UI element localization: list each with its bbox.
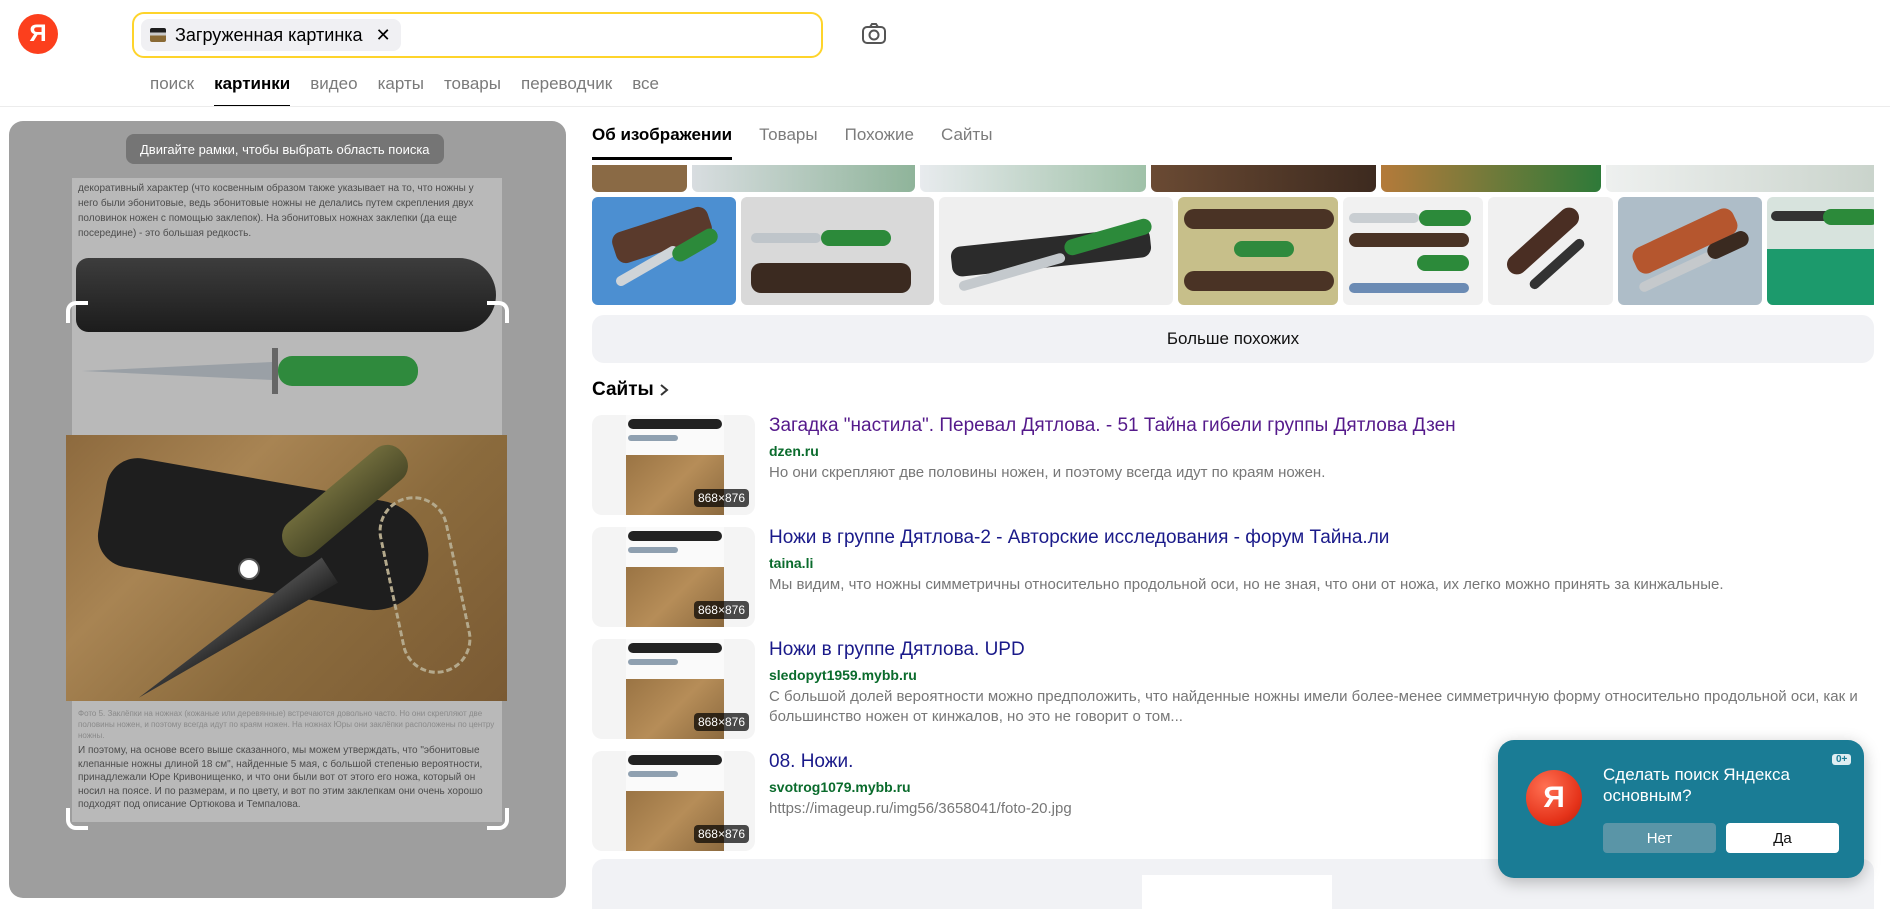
tab-goods[interactable]: Товары — [759, 125, 817, 160]
site-host-link[interactable]: sledopyt1959.mybb.ru — [769, 667, 917, 683]
image-preview-panel: Двигайте рамки, чтобы выбрать область по… — [9, 121, 566, 898]
default-search-promo: Я Сделать поиск Яндекса основным? 0+ Нет… — [1498, 740, 1864, 878]
similar-image-thumb[interactable] — [1381, 165, 1601, 192]
tab-maps[interactable]: карты — [378, 74, 424, 107]
tab-sites[interactable]: Сайты — [941, 125, 992, 160]
similar-image-thumb[interactable] — [1767, 197, 1874, 305]
similar-image-thumb[interactable] — [1178, 197, 1338, 305]
site-thumbnail[interactable]: 868×876 — [592, 639, 755, 739]
image-size-badge: 868×876 — [693, 713, 749, 731]
tab-video[interactable]: видео — [310, 74, 357, 107]
tab-similar[interactable]: Похожие — [845, 125, 914, 160]
sheath-image — [76, 258, 496, 332]
crop-hint: Двигайте рамки, чтобы выбрать область по… — [126, 134, 444, 164]
photo-caption: Фото 5. Заклёпки на ножнах (кожаные или … — [78, 709, 495, 740]
site-thumbnail[interactable]: 868×876 — [592, 415, 755, 515]
promo-yes-button[interactable]: Да — [1726, 823, 1839, 853]
site-thumbnail[interactable]: 868×876 — [592, 527, 755, 627]
site-host-link[interactable]: taina.li — [769, 555, 813, 571]
similar-images-row-partial — [592, 165, 1874, 192]
camera-search-icon[interactable] — [860, 20, 888, 48]
blank-overlay — [1142, 875, 1332, 920]
yandex-logo-icon: Я — [1526, 770, 1582, 826]
crop-corner-top-left[interactable] — [66, 301, 88, 323]
site-host-link[interactable]: svotrog1079.mybb.ru — [769, 779, 911, 795]
crop-corner-bottom-right[interactable] — [487, 808, 509, 830]
tab-translator[interactable]: переводчик — [521, 74, 612, 107]
crop-corner-bottom-left[interactable] — [66, 808, 88, 830]
site-result[interactable]: 868×876 Загадка "настила". Перевал Дятло… — [592, 415, 1874, 515]
image-size-badge: 868×876 — [693, 601, 749, 619]
crop-corner-top-right[interactable] — [487, 301, 509, 323]
tab-all[interactable]: все — [632, 74, 659, 107]
tab-about-image[interactable]: Об изображении — [592, 125, 733, 160]
similar-image-thumb[interactable] — [1343, 197, 1483, 305]
document-text-bottom: И поэтому, на основе всего выше сказанно… — [78, 745, 483, 810]
image-thumbnail-icon — [150, 28, 166, 42]
crop-drag-handle[interactable] — [238, 558, 260, 580]
site-snippet: С большой долей вероятности можно предпо… — [769, 688, 1858, 725]
sites-heading[interactable]: Сайты — [592, 379, 670, 401]
similar-image-thumb[interactable] — [920, 165, 1146, 192]
site-title-link[interactable]: Загадка "настила". Перевал Дятлова. - 51… — [769, 415, 1456, 437]
promo-text: Сделать поиск Яндекса основным? — [1603, 765, 1790, 805]
document-text-top: декоративный характер (что косвенным обр… — [78, 183, 474, 239]
site-snippet: Но они скрепляют две половины ножен, и п… — [769, 464, 1326, 481]
image-size-badge: 868×876 — [693, 489, 749, 507]
yandex-logo[interactable]: Я — [18, 14, 58, 54]
result-tabs: Об изображении Товары Похожие Сайты — [592, 125, 992, 160]
site-result[interactable]: 868×876 Ножи в группе Дятлова-2 - Авторс… — [592, 527, 1874, 627]
similar-image-thumb[interactable] — [592, 197, 736, 305]
close-icon[interactable]: ✕ — [376, 25, 391, 46]
tab-images[interactable]: картинки — [214, 74, 291, 107]
image-size-badge: 868×876 — [693, 825, 749, 843]
uploaded-image-chip[interactable]: Загруженная картинка ✕ — [141, 19, 401, 51]
promo-no-button[interactable]: Нет — [1603, 823, 1716, 853]
site-host-link[interactable]: dzen.ru — [769, 443, 819, 459]
header-blank-area — [1488, 10, 1660, 110]
crop-selection[interactable] — [66, 435, 507, 701]
search-input[interactable]: Загруженная картинка ✕ — [132, 12, 823, 58]
chevron-right-icon — [660, 384, 669, 396]
similar-image-thumb[interactable] — [1151, 165, 1376, 192]
similar-image-thumb[interactable] — [1618, 197, 1762, 305]
site-result[interactable]: 868×876 Ножи в группе Дятлова. UPD sledo… — [592, 639, 1874, 739]
similar-image-thumb[interactable] — [692, 165, 915, 192]
similar-image-thumb[interactable] — [592, 165, 687, 192]
chip-label: Загруженная картинка — [175, 24, 363, 45]
tab-search[interactable]: поиск — [150, 74, 194, 107]
similar-image-thumb[interactable] — [939, 197, 1173, 305]
site-snippet: Мы видим, что ножны симметричны относите… — [769, 576, 1724, 593]
similar-image-thumb[interactable] — [741, 197, 934, 305]
similar-image-thumb[interactable] — [1606, 165, 1874, 192]
similar-images-row — [592, 197, 1874, 305]
search-type-tabs: поиск картинки видео карты товары перево… — [150, 74, 659, 107]
site-title-link[interactable]: Ножи в группе Дятлова-2 - Авторские иссл… — [769, 527, 1389, 549]
site-title-link[interactable]: Ножи в группе Дятлова. UPD — [769, 639, 1025, 661]
green-handle-knife-image — [82, 348, 418, 394]
tab-products[interactable]: товары — [444, 74, 501, 107]
site-title-link[interactable]: 08. Ножи. — [769, 751, 853, 773]
age-rating-badge: 0+ — [1832, 754, 1852, 765]
similar-image-thumb[interactable] — [1488, 197, 1613, 305]
site-thumbnail[interactable]: 868×876 — [592, 751, 755, 851]
more-similar-button[interactable]: Больше похожих — [592, 315, 1874, 363]
